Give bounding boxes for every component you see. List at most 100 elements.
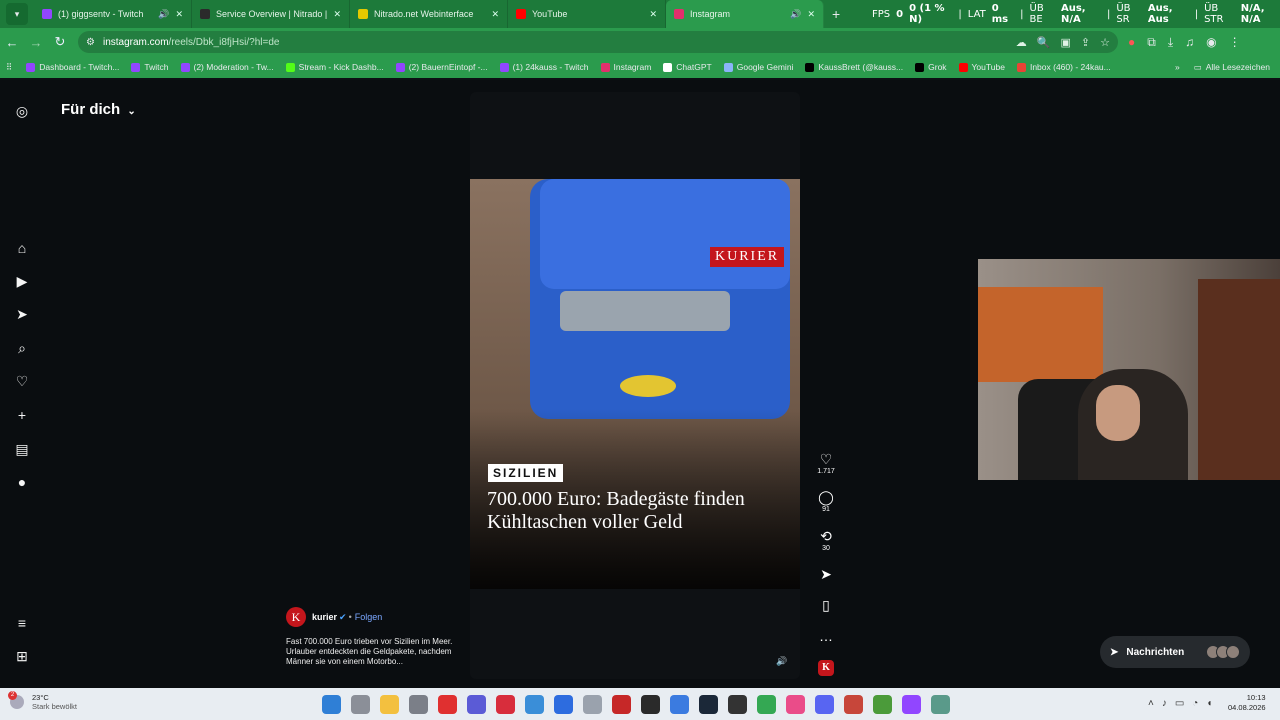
instagram-logo-icon[interactable]: ◎ — [12, 101, 32, 121]
search-icon[interactable]: ⌕ — [12, 338, 32, 358]
comment-button[interactable]: ◯ 91 — [814, 489, 838, 514]
volume-icon[interactable]: ◖ — [1206, 698, 1212, 709]
extensions-icon[interactable]: ⧉ — [1147, 35, 1156, 50]
meta-apps-icon[interactable]: ⊞ — [12, 646, 32, 666]
reload-icon[interactable]: ↻ — [48, 34, 72, 50]
share-icon[interactable]: ⇪ — [1081, 36, 1090, 49]
close-icon[interactable]: ✕ — [649, 9, 657, 20]
app-red-icon[interactable] — [438, 695, 457, 714]
bookmark-star-icon[interactable]: ☆ — [1100, 36, 1110, 49]
bookmark-item[interactable]: (1) 24kauss - Twitch — [499, 62, 589, 72]
repost-button[interactable]: ⟲ 30 — [814, 528, 838, 553]
home-icon[interactable]: ⌂ — [12, 238, 32, 258]
heart-icon[interactable]: ♡ — [12, 371, 32, 391]
reels-icon[interactable]: ▶ — [12, 271, 32, 291]
messages-button[interactable]: ➤ Nachrichten — [1100, 636, 1250, 668]
create-plus-icon[interactable]: + — [12, 405, 32, 425]
more-bookmarks-icon[interactable]: » — [1175, 62, 1180, 72]
more-options-button[interactable]: … — [814, 628, 838, 644]
display-icon[interactable]: ▭ — [1175, 698, 1184, 709]
author-name[interactable]: kurier — [312, 612, 337, 622]
close-icon[interactable]: ✕ — [333, 9, 341, 20]
all-bookmarks[interactable]: ▭ Alle Lesezeichen — [1194, 62, 1270, 73]
author-avatar[interactable]: K — [286, 607, 306, 627]
app-icon[interactable] — [641, 695, 660, 714]
bookmark-item[interactable]: Stream - Kick Dashb... — [285, 62, 384, 72]
bookmark-item[interactable]: Google Gemini — [723, 62, 793, 72]
tab-nitrado-webinterface[interactable]: Nitrado.net Webinterface ✕ — [350, 0, 508, 28]
app-icon[interactable] — [786, 695, 805, 714]
app-icon[interactable] — [496, 695, 515, 714]
app-icon[interactable] — [554, 695, 573, 714]
v-app-icon[interactable] — [467, 695, 486, 714]
save-button[interactable]: ▯ — [814, 597, 838, 613]
feed-selector[interactable]: Für dich ⌄ — [61, 101, 136, 118]
reel-video[interactable]: KURIER SIZILIEN 700.000 Euro: Badegäste … — [470, 179, 800, 589]
bookmark-item[interactable]: Dashboard - Twitch... — [26, 62, 119, 72]
reel-caption[interactable]: Fast 700.000 Euro trieben vor Sizilien i… — [286, 637, 456, 667]
app-icon[interactable] — [844, 695, 863, 714]
reel-player[interactable]: KURIER SIZILIEN 700.000 Euro: Badegäste … — [470, 92, 800, 679]
app-icon[interactable] — [612, 695, 631, 714]
bookmark-item[interactable]: KaussBrett (@kauss... — [805, 62, 903, 72]
close-icon[interactable]: ✕ — [807, 9, 815, 20]
chevron-up-icon[interactable]: ˄ — [1148, 698, 1154, 709]
send-icon[interactable]: ➤ — [12, 304, 32, 324]
zoom-icon[interactable]: 🔍 — [1037, 36, 1051, 49]
tab-youtube[interactable]: YouTube ✕ — [508, 0, 666, 28]
profile-avatar[interactable]: ● — [12, 472, 32, 492]
dashboard-icon[interactable]: ▤ — [12, 439, 32, 459]
app-icon[interactable] — [728, 695, 747, 714]
network-icon[interactable]: ◔ — [1192, 698, 1198, 709]
app-icon[interactable] — [525, 695, 544, 714]
close-icon[interactable]: ✕ — [491, 9, 499, 20]
discord-icon[interactable] — [815, 695, 834, 714]
download-icon[interactable]: ⤓ — [1168, 35, 1173, 50]
tab-instagram[interactable]: Instagram 🔊 ✕ — [666, 0, 824, 28]
chrome-icon[interactable] — [757, 695, 776, 714]
mouse-icon[interactable] — [409, 695, 428, 714]
share-button[interactable]: ➤ — [814, 566, 838, 582]
bookmark-item[interactable]: (2) BauernEintopf -... — [395, 62, 488, 72]
site-info-icon[interactable]: ⚙ — [86, 37, 95, 48]
microphone-icon[interactable]: ♪ — [1162, 698, 1167, 709]
bookmark-item[interactable]: ChatGPT — [663, 62, 712, 72]
weather-widget[interactable]: 2 23°C Stark bewölkt — [8, 691, 77, 711]
app-icon[interactable] — [670, 695, 689, 714]
like-button[interactable]: ♡ 1.717 — [814, 451, 838, 476]
profile-avatar[interactable]: ◉ — [1206, 35, 1216, 50]
media-icon[interactable]: ♫ — [1185, 35, 1194, 50]
app-icon[interactable] — [873, 695, 892, 714]
app-icon[interactable] — [902, 695, 921, 714]
close-icon[interactable]: ✕ — [175, 9, 183, 20]
cloud-icon[interactable]: ☁ — [1016, 36, 1027, 49]
apps-icon[interactable]: ⠿ — [6, 62, 12, 73]
bookmark-item[interactable]: Twitch — [131, 62, 169, 72]
tab-twitch[interactable]: (1) giggsentv - Twitch 🔊 ✕ — [34, 0, 192, 28]
address-bar[interactable]: ⚙ instagram.com/reels/Dbk_i8fjHsi/?hl=de… — [78, 31, 1118, 53]
steam-icon[interactable] — [699, 695, 718, 714]
audio-source-avatar[interactable]: K — [818, 660, 834, 676]
bookmark-item[interactable]: Instagram — [600, 62, 651, 72]
app-icon[interactable] — [583, 695, 602, 714]
new-tab-button[interactable]: + — [832, 6, 840, 22]
bookmark-item[interactable]: YouTube — [958, 62, 1005, 72]
clock[interactable]: 10:13 04.08.2026 — [1228, 693, 1266, 713]
forward-icon[interactable]: → — [24, 35, 48, 50]
volume-icon[interactable]: 🔊 — [776, 656, 787, 667]
bookmark-item[interactable]: (2) Moderation - Tw... — [180, 62, 274, 72]
back-icon[interactable]: ← — [0, 35, 24, 50]
speaker-icon[interactable]: 🔊 — [790, 9, 801, 20]
menu-icon[interactable]: ⋮ — [1229, 35, 1241, 50]
follow-button[interactable]: Folgen — [355, 612, 383, 622]
bookmark-item[interactable]: Grok — [915, 62, 947, 72]
calculator-icon[interactable] — [351, 695, 370, 714]
bookmark-item[interactable]: Inbox (460) - 24kau... — [1016, 62, 1111, 72]
adblock-icon[interactable]: ● — [1128, 35, 1135, 50]
app-icon[interactable] — [931, 695, 950, 714]
tab-search-button[interactable]: ▾ — [6, 3, 28, 25]
speaker-icon[interactable]: 🔊 — [158, 9, 169, 20]
cast-icon[interactable]: ▣ — [1061, 36, 1071, 49]
start-icon[interactable] — [322, 695, 341, 714]
tab-nitrado-service[interactable]: Service Overview | Nitrado | Ni ✕ — [192, 0, 350, 28]
